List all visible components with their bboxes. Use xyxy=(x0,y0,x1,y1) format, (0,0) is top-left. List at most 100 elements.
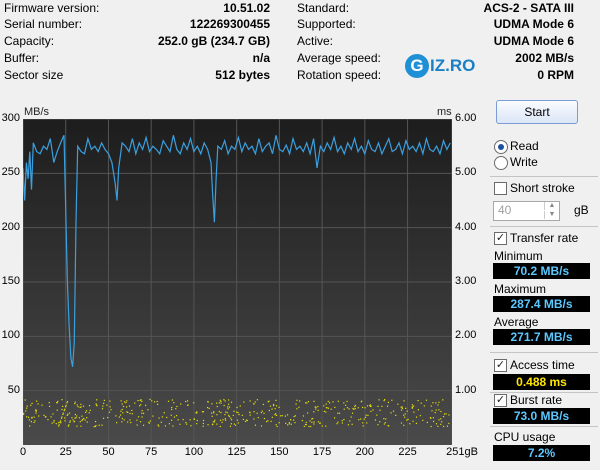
access-time-point xyxy=(303,425,305,427)
spin-up-icon[interactable]: ▲ xyxy=(544,202,559,210)
access-time-point xyxy=(284,415,286,417)
access-time-point xyxy=(411,406,414,408)
access-time-point xyxy=(317,409,319,412)
burst-rate-checkbox[interactable]: ✓ xyxy=(494,394,507,407)
access-time-point xyxy=(83,417,85,420)
access-time-point xyxy=(173,416,176,418)
access-time-point xyxy=(384,398,386,401)
access-time-point xyxy=(193,402,195,404)
access-time-point xyxy=(241,414,243,416)
access-time-point xyxy=(272,403,275,406)
access-time-point xyxy=(84,419,86,421)
access-time-point xyxy=(94,425,96,428)
access-time-point xyxy=(290,419,292,421)
standard-label: Standard: xyxy=(297,1,350,15)
x-tick-label: 50 xyxy=(102,446,115,458)
access-time-point xyxy=(216,405,218,408)
access-time-point xyxy=(96,399,98,401)
access-time-point xyxy=(80,403,82,405)
access-time-point xyxy=(222,419,224,421)
access-time-point xyxy=(202,419,205,422)
access-time-point xyxy=(377,424,379,426)
access-time-point xyxy=(123,419,125,421)
access-time-point xyxy=(76,404,78,406)
access-time-label[interactable]: Access time xyxy=(510,358,575,372)
spin-down-icon[interactable]: ▼ xyxy=(544,211,559,219)
access-time-point xyxy=(330,408,332,410)
access-time-point xyxy=(337,421,339,423)
access-time-point xyxy=(101,408,104,410)
transfer-rate-label[interactable]: Transfer rate xyxy=(510,231,578,245)
access-time-point xyxy=(58,422,60,424)
access-time-point xyxy=(214,419,216,421)
access-time-point xyxy=(400,422,403,424)
access-time-point xyxy=(41,404,43,406)
access-time-point xyxy=(338,412,341,414)
access-time-point xyxy=(98,424,100,426)
access-time-point xyxy=(211,403,213,405)
access-time-point xyxy=(343,418,345,421)
read-label[interactable]: Read xyxy=(510,139,539,153)
access-time-point xyxy=(413,405,415,407)
short-stroke-value[interactable]: 40 xyxy=(498,203,511,217)
access-time-point xyxy=(275,399,277,401)
access-time-point xyxy=(323,410,325,412)
access-time-point xyxy=(261,410,263,412)
short-stroke-spinner[interactable]: 40 ▲ ▼ xyxy=(493,201,560,221)
write-label[interactable]: Write xyxy=(510,155,538,169)
access-time-point xyxy=(85,410,88,412)
access-time-point xyxy=(202,422,204,425)
x-tick-label: 100 xyxy=(184,446,204,458)
access-time-point xyxy=(288,423,291,425)
access-time-checkbox[interactable]: ✓ xyxy=(494,359,507,372)
access-time-point xyxy=(64,408,66,410)
access-time-point xyxy=(367,414,369,416)
access-time-point xyxy=(237,422,239,424)
access-time-point xyxy=(275,414,278,417)
access-time-point xyxy=(118,416,120,418)
access-time-point xyxy=(227,406,229,408)
access-time-point xyxy=(134,402,136,404)
access-time-point xyxy=(196,423,198,425)
access-time-point xyxy=(201,411,204,413)
access-time-point xyxy=(219,399,221,401)
access-time-point xyxy=(47,419,49,421)
access-time-point xyxy=(403,400,405,402)
access-time-point xyxy=(34,409,37,411)
access-time-point xyxy=(74,403,76,405)
access-time-point xyxy=(212,421,214,423)
access-time-point xyxy=(227,408,229,410)
access-time-point xyxy=(66,402,68,404)
access-time-point xyxy=(228,403,230,405)
access-time-point xyxy=(276,425,278,428)
access-time-point xyxy=(80,425,82,427)
short-stroke-checkbox[interactable] xyxy=(494,182,507,195)
access-time-point xyxy=(53,419,55,422)
access-time-point xyxy=(387,425,389,427)
access-time-point xyxy=(171,419,173,421)
access-time-point xyxy=(434,412,436,414)
burst-rate-label[interactable]: Burst rate xyxy=(510,393,562,407)
start-button[interactable]: Start xyxy=(496,100,578,124)
x-tick-label: 175 xyxy=(312,446,332,458)
access-time-point xyxy=(51,422,53,424)
access-time-point xyxy=(158,425,160,427)
access-time-point xyxy=(315,408,317,410)
access-time-point xyxy=(404,413,406,415)
read-radio[interactable] xyxy=(494,140,508,154)
short-stroke-label[interactable]: Short stroke xyxy=(510,181,575,195)
access-time-point xyxy=(263,417,266,420)
access-time-point xyxy=(299,400,301,402)
x-tick-label: 150 xyxy=(270,446,289,458)
access-time-point xyxy=(401,407,403,410)
access-time-point xyxy=(125,406,128,408)
access-time-point xyxy=(446,425,449,427)
access-time-point xyxy=(262,403,264,406)
access-time-point xyxy=(58,424,60,426)
transfer-rate-checkbox[interactable]: ✓ xyxy=(494,232,507,245)
access-time-point xyxy=(125,401,127,404)
write-radio[interactable] xyxy=(494,156,508,170)
average-label: Average xyxy=(494,315,539,329)
access-time-point xyxy=(390,412,392,414)
access-time-point xyxy=(448,422,450,425)
